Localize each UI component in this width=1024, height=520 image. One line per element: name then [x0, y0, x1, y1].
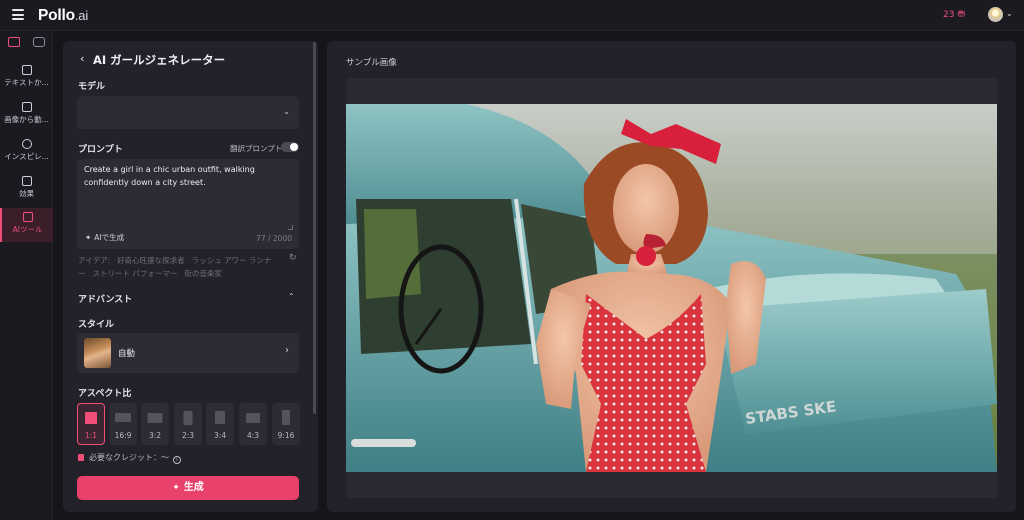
portrait-icon	[183, 411, 193, 425]
ai-generate-button[interactable]: ✦ AIで生成	[85, 232, 124, 243]
model-label: モデル	[78, 82, 106, 92]
image-mode-icon[interactable]	[8, 37, 20, 47]
aspect-label: 16:9	[114, 431, 132, 440]
image-to-image-icon	[21, 102, 32, 112]
style-thumbnail	[84, 338, 111, 368]
ai-generate-label: AIで生成	[94, 233, 125, 242]
rail-item-label: インスピレ...	[4, 152, 49, 161]
ideas-prefix: アイデア:	[78, 256, 111, 265]
preview-stage: STABS SKE	[346, 78, 997, 498]
credit-icon	[78, 454, 84, 461]
credits-needed: 必要なクレジット：～ i	[78, 452, 181, 464]
credits-needed-text: 必要なクレジット：～	[89, 453, 169, 462]
aspect-option-9-16[interactable]: 9:16	[272, 403, 300, 445]
portrait-icon	[282, 410, 290, 425]
aspect-option-4-3[interactable]: 4:3	[239, 403, 267, 445]
landscape-icon	[115, 413, 131, 422]
landscape-icon	[246, 413, 260, 423]
avatar	[988, 7, 1003, 22]
sample-image-label: サンプル画像	[346, 58, 397, 68]
style-label: スタイル	[78, 320, 115, 330]
translate-prompt-toggle[interactable]	[281, 142, 299, 152]
rail-item-text-to[interactable]: テキストか...	[0, 61, 53, 95]
translate-prompt-label: 翻訳プロンプト	[230, 144, 283, 153]
sample-image: STABS SKE	[346, 104, 997, 472]
prompt-text[interactable]: Create a girl in a chic urban outfit, wa…	[84, 164, 280, 189]
logo-main: Pollo	[38, 7, 75, 24]
page-title: AI ガールジェネレーター	[93, 53, 226, 67]
rail-item-label: 効果	[19, 189, 34, 198]
preview-panel: サンプル画像 STABS SKE	[327, 41, 1016, 512]
aspect-option-2-3[interactable]: 2:3	[174, 403, 202, 445]
prompt-ideas: アイデア: 好奇心旺盛な探求者 ラッシュ アワー ランナー ストリート パフォーマー街…	[78, 254, 278, 280]
aspect-option-3-4[interactable]: 3:4	[206, 403, 234, 445]
aspect-label: 1:1	[84, 431, 98, 440]
sparkle-icon: ✦	[172, 483, 180, 493]
text-to-image-icon	[21, 65, 32, 75]
prompt-label: プロンプト	[78, 145, 123, 155]
advanced-label[interactable]: アドバンスト	[78, 292, 132, 305]
idea-chip[interactable]: ストリート パフォーマー	[93, 269, 178, 278]
aspect-label: 3:2	[148, 431, 162, 440]
back-arrow-icon[interactable]: ‹	[80, 52, 84, 65]
menu-icon[interactable]	[12, 9, 24, 20]
toggle-knob	[290, 143, 298, 151]
rail-item-label: 画像から動...	[4, 115, 49, 124]
character-count: 77 / 2000	[256, 234, 292, 243]
chevron-right-icon: ›	[285, 345, 289, 356]
account-menu[interactable]: ⌄	[988, 7, 1018, 23]
generate-button[interactable]: ✦ 生成	[77, 476, 299, 500]
portrait-icon	[215, 411, 225, 424]
refresh-icon[interactable]: ↻	[289, 253, 297, 263]
rail-item-effects[interactable]: 効果	[0, 172, 53, 206]
aspect-ratio-label: アスペクト比	[78, 389, 132, 399]
aspect-label: 9:16	[277, 431, 295, 440]
generator-panel: ‹ AI ガールジェネレーター モデル ⌄ プロンプト 翻訳プロンプト Crea…	[63, 41, 318, 512]
rail-item-label: AIツール	[12, 225, 43, 234]
logo[interactable]: Pollo.ai	[38, 7, 88, 25]
aspect-label: 3:4	[213, 431, 227, 440]
compass-icon	[21, 139, 32, 149]
square-icon	[85, 412, 97, 424]
rail-item-ai-tools[interactable]: AIツール	[0, 208, 53, 242]
chevron-down-icon: ⌄	[1006, 9, 1013, 18]
aspect-ratio-group: 1:1 16:9 3:2 2:3 3:4 4:3 9:16	[77, 403, 300, 445]
generate-label: 生成	[183, 482, 204, 493]
sparkle-icon: ✦	[85, 233, 92, 242]
top-bar: Pollo.ai 23 ⛃ ⌄	[0, 0, 1024, 31]
info-icon[interactable]: i	[173, 456, 181, 464]
idea-chip[interactable]: 街の音楽家	[184, 269, 222, 278]
model-select[interactable]: ⌄	[77, 96, 299, 129]
rail-item-image-to[interactable]: 画像から動...	[0, 98, 53, 132]
left-rail: テキストか... 画像から動... インスピレ... 効果 AIツール	[0, 31, 53, 520]
style-selector[interactable]: 自動 ›	[77, 333, 299, 373]
chevron-up-icon[interactable]: ⌃	[288, 292, 295, 301]
rail-item-label: テキストか...	[4, 78, 49, 87]
logo-suffix: .ai	[74, 8, 89, 23]
ai-tools-icon	[22, 212, 33, 222]
resize-handle-icon[interactable]	[288, 225, 293, 230]
idea-chip[interactable]: 好奇心旺盛な探求者	[117, 256, 185, 265]
aspect-option-3-2[interactable]: 3:2	[141, 403, 169, 445]
panel-scrollbar[interactable]	[313, 42, 316, 414]
effects-icon	[21, 176, 32, 186]
style-value: 自動	[118, 349, 136, 359]
aspect-option-1-1[interactable]: 1:1	[77, 403, 105, 445]
aspect-label: 2:3	[181, 431, 195, 440]
chevron-down-icon: ⌄	[283, 107, 290, 116]
prompt-textarea[interactable]: Create a girl in a chic urban outfit, wa…	[77, 159, 299, 249]
aspect-label: 4:3	[246, 431, 260, 440]
landscape-icon	[147, 413, 163, 423]
video-mode-icon[interactable]	[33, 37, 45, 47]
credits-counter[interactable]: 23 ⛃	[943, 10, 965, 20]
rail-item-inspiration[interactable]: インスピレ...	[0, 135, 53, 169]
aspect-option-16-9[interactable]: 16:9	[109, 403, 137, 445]
